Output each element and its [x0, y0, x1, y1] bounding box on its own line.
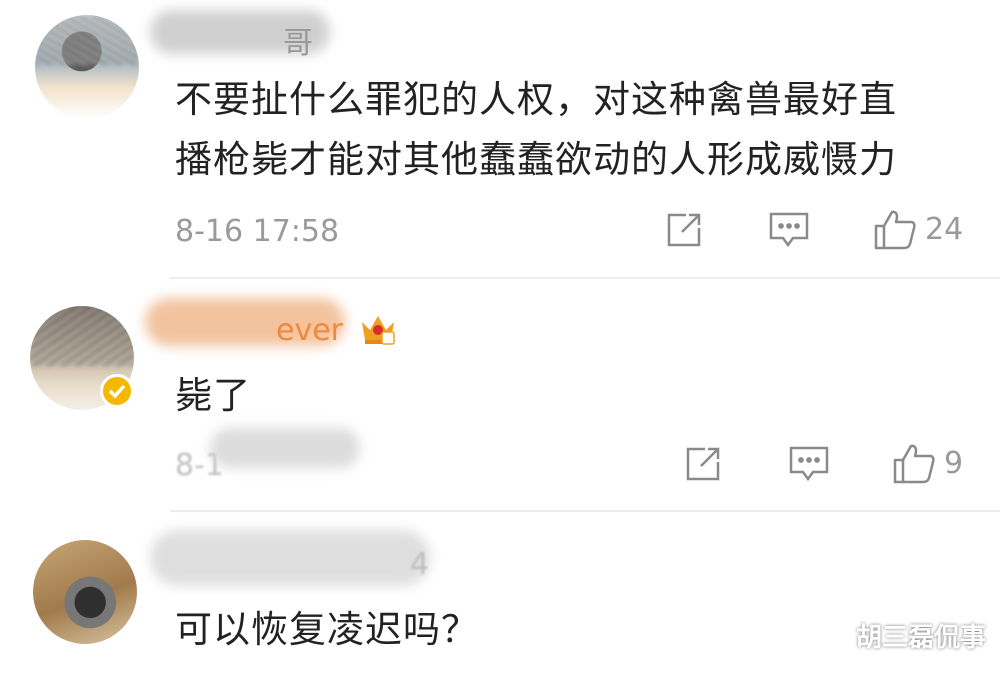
- thumbs-up-icon: [893, 444, 935, 484]
- comment-text-line: 播枪毙才能对其他蠢蠢欲动的人形成威慑力: [175, 138, 897, 181]
- like-count: 9: [944, 445, 964, 481]
- share-button[interactable]: [683, 444, 723, 484]
- comment-text-line: 不要扯什么罪犯的人权，对这种禽兽最好直: [175, 78, 897, 121]
- reply-button[interactable]: [768, 210, 810, 250]
- comment-icon: [789, 446, 829, 482]
- watermark: 胡三磊侃事: [855, 623, 986, 653]
- username-blur: [150, 530, 430, 586]
- comment-item: ever 毙了 8-1 9: [0, 278, 1000, 513]
- timestamp-blur: [210, 428, 360, 468]
- comment-item: 哥 不要扯什么罪犯的人权，对这种禽兽最好直 播枪毙才能对其他蠢蠢欲动的人形成威慑…: [0, 0, 1000, 275]
- comment-icon: [769, 212, 809, 248]
- like-button[interactable]: 24: [873, 208, 963, 250]
- crown-badge-icon: [358, 308, 398, 352]
- like-count: 24: [925, 211, 964, 247]
- comment-text: 毙了: [175, 374, 251, 417]
- comment-feed: 哥 不要扯什么罪犯的人权，对这种禽兽最好直 播枪毙才能对其他蠢蠢欲动的人形成威慑…: [0, 0, 1000, 674]
- thumbs-up-icon: [874, 210, 916, 250]
- avatar[interactable]: [33, 540, 137, 644]
- like-button[interactable]: 9: [892, 442, 963, 484]
- comment-item: 4 可以恢复凌迟吗？: [0, 512, 1000, 674]
- username[interactable]: ever: [276, 313, 343, 348]
- reply-button[interactable]: [788, 444, 830, 484]
- timestamp: 8-16 17:58: [175, 214, 340, 249]
- comment-text: 不要扯什么罪犯的人权，对这种禽兽最好直 播枪毙才能对其他蠢蠢欲动的人形成威慑力: [175, 70, 897, 190]
- avatar[interactable]: [35, 15, 139, 119]
- meta: 4: [410, 547, 430, 582]
- share-icon: [667, 213, 701, 247]
- comment-text: 可以恢复凌迟吗？: [175, 608, 479, 651]
- share-icon: [686, 447, 720, 481]
- username[interactable]: 哥: [283, 18, 313, 62]
- verified-badge-icon: [100, 374, 134, 408]
- share-button[interactable]: [664, 210, 704, 250]
